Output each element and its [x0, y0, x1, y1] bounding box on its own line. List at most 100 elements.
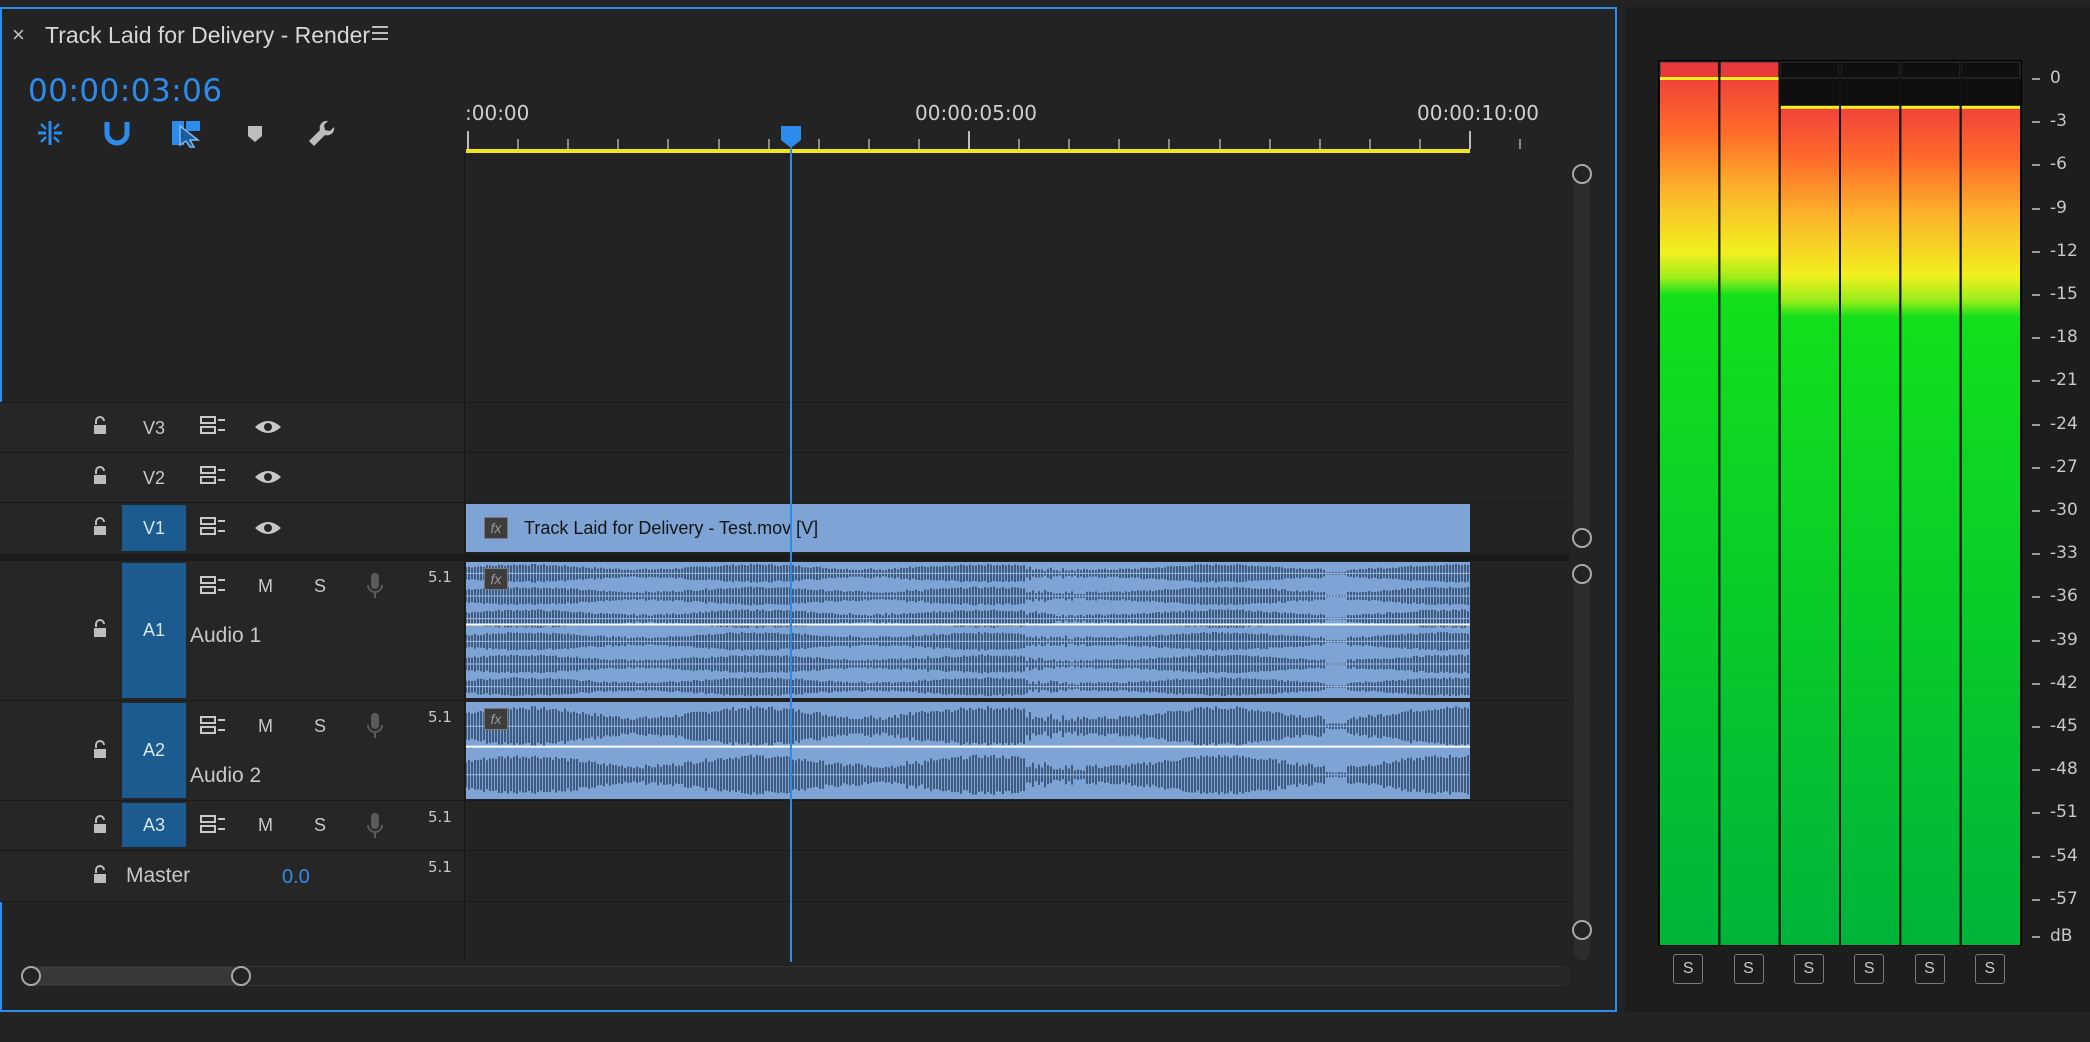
track-row-a3	[0, 800, 1570, 851]
linked-selection-icon[interactable]	[170, 118, 204, 153]
meter-channel-bar	[1660, 79, 1719, 945]
master-volume-value[interactable]: 0.0	[282, 866, 310, 889]
meter-scale-label: -21	[2050, 370, 2078, 391]
microphone-icon[interactable]	[366, 812, 384, 845]
audio-clip-a1[interactable]: fx	[466, 562, 1470, 698]
wrench-icon[interactable]	[306, 118, 338, 155]
meter-channel-bar	[1780, 107, 1839, 946]
solo-button[interactable]: S	[314, 815, 326, 836]
sync-lock-icon[interactable]	[200, 815, 226, 840]
add-marker-icon[interactable]	[246, 124, 264, 149]
meter-channel-bar	[1961, 107, 2020, 946]
track-target-a1[interactable]: A1	[122, 563, 186, 698]
panel-title[interactable]: Track Laid for Delivery - Render	[45, 22, 370, 49]
meter-scale-tick	[2032, 207, 2040, 210]
meter-scale-tick	[2032, 510, 2040, 512]
clip-indicator[interactable]	[1780, 61, 1840, 79]
clip-indicator[interactable]	[1900, 61, 1961, 79]
meter-scale-tick	[2032, 855, 2040, 858]
track-name-a1[interactable]: Audio 1	[190, 624, 261, 648]
lock-icon[interactable]	[92, 740, 108, 765]
meter-solo-button[interactable]: S	[1673, 954, 1704, 984]
meter-scale-tick	[2032, 380, 2040, 383]
sync-lock-icon[interactable]	[200, 576, 226, 601]
microphone-icon[interactable]	[366, 572, 384, 605]
clip-indicator[interactable]	[1840, 61, 1900, 79]
meter-scale-tick	[2032, 726, 2040, 728]
sync-lock-icon[interactable]	[200, 466, 226, 491]
meter-scale-label: -57	[2050, 888, 2078, 909]
lock-icon[interactable]	[92, 517, 108, 542]
meter-scale-label: -42	[2050, 672, 2078, 693]
ruler-tick	[917, 139, 920, 149]
ruler-tick	[1018, 139, 1021, 149]
mute-button[interactable]: M	[258, 815, 273, 836]
meter-solo-button[interactable]: S	[1974, 954, 2005, 984]
time-ruler[interactable]: :00:00 00:00:05:00 00:00:10:00	[465, 95, 1570, 153]
snap-icon[interactable]	[34, 118, 66, 153]
work-area-bar[interactable]	[466, 149, 1470, 153]
mute-button[interactable]: M	[258, 716, 273, 737]
close-icon[interactable]: ×	[12, 22, 25, 48]
sync-lock-icon[interactable]	[200, 416, 226, 441]
magnet-icon[interactable]	[104, 118, 130, 151]
track-name-a2[interactable]: Audio 2	[190, 764, 261, 788]
playhead-timecode[interactable]: 00:00:03:06	[28, 73, 223, 109]
meter-solo-button[interactable]: S	[1733, 954, 1764, 984]
ruler-tick	[517, 139, 520, 149]
panel-menu-icon[interactable]	[372, 25, 390, 46]
meter-scale-tick	[2032, 553, 2040, 556]
solo-button[interactable]: S	[314, 576, 326, 597]
ruler-tick	[617, 139, 620, 149]
eye-icon[interactable]	[254, 519, 282, 542]
channel-format-label: 5.1	[428, 808, 452, 826]
track-target-v3[interactable]: V3	[122, 408, 186, 448]
waveform	[466, 705, 1470, 795]
horizontal-zoom-scrollbar[interactable]	[21, 966, 1570, 986]
microphone-icon[interactable]	[366, 712, 384, 745]
track-target-a3[interactable]: A3	[122, 803, 186, 847]
clip-indicator[interactable]	[1719, 61, 1780, 79]
peak-hold-line	[1720, 77, 1779, 80]
lock-icon[interactable]	[92, 619, 108, 644]
meter-scale-tick	[2032, 466, 2040, 469]
audio-vertical-scrollbar[interactable]	[1572, 564, 1592, 960]
meter-scale-tick	[2032, 682, 2040, 685]
clip-indicator[interactable]	[1961, 61, 2021, 79]
meter-scale-label: -39	[2050, 629, 2078, 650]
meter-scale-label: -9	[2050, 197, 2067, 218]
video-clip[interactable]: fx Track Laid for Delivery - Test.mov [V…	[466, 504, 1470, 552]
peak-hold-line	[1901, 105, 1960, 109]
meter-scale-label: 0	[2050, 68, 2061, 88]
meter-channel-bar	[1841, 107, 1900, 946]
meter-channel-bar	[1901, 107, 1960, 946]
ruler-tick	[1068, 139, 1071, 149]
meter-scale-label: -48	[2050, 759, 2078, 780]
sync-lock-icon[interactable]	[200, 716, 226, 741]
meter-scale-tick	[2032, 423, 2040, 426]
peak-hold-line	[1780, 105, 1839, 109]
track-target-a2[interactable]: A2	[122, 703, 186, 798]
track-row-v2	[0, 452, 1570, 503]
meter-scale-label: -12	[2050, 240, 2078, 261]
sync-lock-icon[interactable]	[200, 517, 226, 542]
meter-scale: 0 -3 -6 -9 -12 -15 -18 -21 -24 -27 -30 -33 -36 -39 -42…	[2032, 60, 2088, 960]
lock-icon[interactable]	[92, 865, 108, 890]
video-vertical-scrollbar[interactable]	[1572, 164, 1592, 548]
eye-icon[interactable]	[254, 418, 282, 441]
track-target-v2[interactable]: V2	[122, 458, 186, 498]
meter-solo-button[interactable]: S	[1914, 954, 1945, 984]
lock-icon[interactable]	[92, 416, 108, 441]
meter-scale-label: -3	[2050, 111, 2067, 132]
solo-button[interactable]: S	[314, 716, 326, 737]
lock-icon[interactable]	[92, 466, 108, 491]
mute-button[interactable]: M	[258, 576, 273, 597]
lock-icon[interactable]	[92, 815, 108, 840]
track-target-v1[interactable]: V1	[122, 505, 186, 551]
meter-solo-button[interactable]: S	[1854, 954, 1885, 984]
clip-indicator[interactable]	[1659, 61, 1719, 79]
track-row-v3	[0, 402, 1570, 453]
meter-solo-button[interactable]: S	[1793, 954, 1824, 984]
eye-icon[interactable]	[254, 468, 282, 491]
audio-clip-a2[interactable]: fx	[466, 702, 1470, 799]
